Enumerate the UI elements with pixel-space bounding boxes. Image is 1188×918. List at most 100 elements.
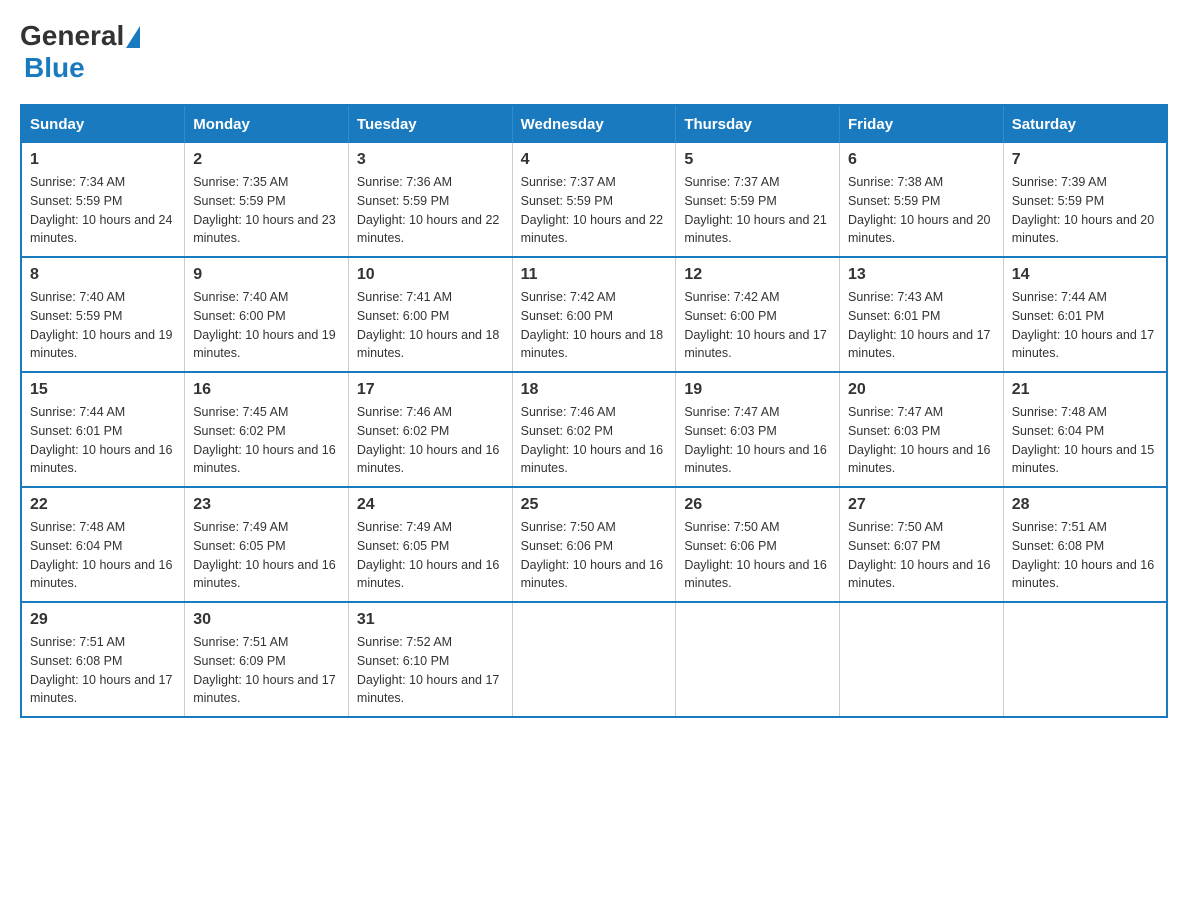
day-number: 3 xyxy=(357,151,504,169)
day-number: 19 xyxy=(684,381,831,399)
day-info: Sunrise: 7:50 AM Sunset: 6:06 PM Dayligh… xyxy=(684,518,831,593)
day-number: 30 xyxy=(193,611,340,629)
day-info: Sunrise: 7:38 AM Sunset: 5:59 PM Dayligh… xyxy=(848,173,995,248)
calendar-cell: 24 Sunrise: 7:49 AM Sunset: 6:05 PM Dayl… xyxy=(348,487,512,602)
calendar-cell: 26 Sunrise: 7:50 AM Sunset: 6:06 PM Dayl… xyxy=(676,487,840,602)
week-row-1: 1 Sunrise: 7:34 AM Sunset: 5:59 PM Dayli… xyxy=(21,143,1167,257)
day-number: 28 xyxy=(1012,496,1158,514)
day-info: Sunrise: 7:48 AM Sunset: 6:04 PM Dayligh… xyxy=(30,518,176,593)
calendar-body: 1 Sunrise: 7:34 AM Sunset: 5:59 PM Dayli… xyxy=(21,143,1167,717)
day-number: 13 xyxy=(848,266,995,284)
calendar-cell: 1 Sunrise: 7:34 AM Sunset: 5:59 PM Dayli… xyxy=(21,143,185,257)
day-info: Sunrise: 7:42 AM Sunset: 6:00 PM Dayligh… xyxy=(684,288,831,363)
day-info: Sunrise: 7:36 AM Sunset: 5:59 PM Dayligh… xyxy=(357,173,504,248)
day-info: Sunrise: 7:40 AM Sunset: 6:00 PM Dayligh… xyxy=(193,288,340,363)
day-info: Sunrise: 7:47 AM Sunset: 6:03 PM Dayligh… xyxy=(684,403,831,478)
day-info: Sunrise: 7:37 AM Sunset: 5:59 PM Dayligh… xyxy=(521,173,668,248)
calendar-cell: 13 Sunrise: 7:43 AM Sunset: 6:01 PM Dayl… xyxy=(840,257,1004,372)
day-info: Sunrise: 7:46 AM Sunset: 6:02 PM Dayligh… xyxy=(521,403,668,478)
day-number: 9 xyxy=(193,266,340,284)
day-info: Sunrise: 7:43 AM Sunset: 6:01 PM Dayligh… xyxy=(848,288,995,363)
day-info: Sunrise: 7:52 AM Sunset: 6:10 PM Dayligh… xyxy=(357,633,504,708)
calendar-cell: 3 Sunrise: 7:36 AM Sunset: 5:59 PM Dayli… xyxy=(348,143,512,257)
day-number: 10 xyxy=(357,266,504,284)
day-info: Sunrise: 7:41 AM Sunset: 6:00 PM Dayligh… xyxy=(357,288,504,363)
calendar-cell: 30 Sunrise: 7:51 AM Sunset: 6:09 PM Dayl… xyxy=(185,602,349,717)
day-number: 29 xyxy=(30,611,176,629)
day-info: Sunrise: 7:44 AM Sunset: 6:01 PM Dayligh… xyxy=(30,403,176,478)
calendar-cell: 28 Sunrise: 7:51 AM Sunset: 6:08 PM Dayl… xyxy=(1003,487,1167,602)
calendar-cell: 8 Sunrise: 7:40 AM Sunset: 5:59 PM Dayli… xyxy=(21,257,185,372)
week-row-4: 22 Sunrise: 7:48 AM Sunset: 6:04 PM Dayl… xyxy=(21,487,1167,602)
calendar-cell: 17 Sunrise: 7:46 AM Sunset: 6:02 PM Dayl… xyxy=(348,372,512,487)
calendar-cell xyxy=(512,602,676,717)
calendar-cell: 21 Sunrise: 7:48 AM Sunset: 6:04 PM Dayl… xyxy=(1003,372,1167,487)
day-info: Sunrise: 7:40 AM Sunset: 5:59 PM Dayligh… xyxy=(30,288,176,363)
weekday-header-sunday: Sunday xyxy=(21,105,185,143)
page-header: General Blue xyxy=(20,20,1168,84)
calendar-cell xyxy=(840,602,1004,717)
calendar-cell xyxy=(676,602,840,717)
day-number: 2 xyxy=(193,151,340,169)
day-number: 16 xyxy=(193,381,340,399)
weekday-header-monday: Monday xyxy=(185,105,349,143)
calendar-cell: 5 Sunrise: 7:37 AM Sunset: 5:59 PM Dayli… xyxy=(676,143,840,257)
day-number: 23 xyxy=(193,496,340,514)
day-info: Sunrise: 7:50 AM Sunset: 6:07 PM Dayligh… xyxy=(848,518,995,593)
weekday-header-saturday: Saturday xyxy=(1003,105,1167,143)
calendar-cell: 19 Sunrise: 7:47 AM Sunset: 6:03 PM Dayl… xyxy=(676,372,840,487)
calendar-cell: 9 Sunrise: 7:40 AM Sunset: 6:00 PM Dayli… xyxy=(185,257,349,372)
day-info: Sunrise: 7:51 AM Sunset: 6:08 PM Dayligh… xyxy=(30,633,176,708)
calendar-cell: 10 Sunrise: 7:41 AM Sunset: 6:00 PM Dayl… xyxy=(348,257,512,372)
day-number: 17 xyxy=(357,381,504,399)
calendar-cell: 4 Sunrise: 7:37 AM Sunset: 5:59 PM Dayli… xyxy=(512,143,676,257)
day-info: Sunrise: 7:51 AM Sunset: 6:09 PM Dayligh… xyxy=(193,633,340,708)
day-number: 21 xyxy=(1012,381,1158,399)
day-number: 8 xyxy=(30,266,176,284)
calendar-cell: 2 Sunrise: 7:35 AM Sunset: 5:59 PM Dayli… xyxy=(185,143,349,257)
day-number: 11 xyxy=(521,266,668,284)
day-number: 31 xyxy=(357,611,504,629)
day-number: 6 xyxy=(848,151,995,169)
day-info: Sunrise: 7:34 AM Sunset: 5:59 PM Dayligh… xyxy=(30,173,176,248)
calendar-cell: 31 Sunrise: 7:52 AM Sunset: 6:10 PM Dayl… xyxy=(348,602,512,717)
day-info: Sunrise: 7:45 AM Sunset: 6:02 PM Dayligh… xyxy=(193,403,340,478)
day-number: 20 xyxy=(848,381,995,399)
day-number: 4 xyxy=(521,151,668,169)
day-number: 24 xyxy=(357,496,504,514)
logo-general-text: General xyxy=(20,20,124,52)
day-number: 18 xyxy=(521,381,668,399)
calendar-cell: 23 Sunrise: 7:49 AM Sunset: 6:05 PM Dayl… xyxy=(185,487,349,602)
day-number: 22 xyxy=(30,496,176,514)
logo-blue-text: Blue xyxy=(24,52,85,83)
calendar-cell: 27 Sunrise: 7:50 AM Sunset: 6:07 PM Dayl… xyxy=(840,487,1004,602)
day-number: 27 xyxy=(848,496,995,514)
day-info: Sunrise: 7:42 AM Sunset: 6:00 PM Dayligh… xyxy=(521,288,668,363)
day-info: Sunrise: 7:50 AM Sunset: 6:06 PM Dayligh… xyxy=(521,518,668,593)
day-number: 1 xyxy=(30,151,176,169)
calendar-header: SundayMondayTuesdayWednesdayThursdayFrid… xyxy=(21,105,1167,143)
day-info: Sunrise: 7:49 AM Sunset: 6:05 PM Dayligh… xyxy=(193,518,340,593)
calendar-cell: 20 Sunrise: 7:47 AM Sunset: 6:03 PM Dayl… xyxy=(840,372,1004,487)
calendar-cell: 6 Sunrise: 7:38 AM Sunset: 5:59 PM Dayli… xyxy=(840,143,1004,257)
day-info: Sunrise: 7:44 AM Sunset: 6:01 PM Dayligh… xyxy=(1012,288,1158,363)
calendar-table: SundayMondayTuesdayWednesdayThursdayFrid… xyxy=(20,104,1168,718)
weekday-row: SundayMondayTuesdayWednesdayThursdayFrid… xyxy=(21,105,1167,143)
calendar-cell xyxy=(1003,602,1167,717)
weekday-header-thursday: Thursday xyxy=(676,105,840,143)
calendar-cell: 12 Sunrise: 7:42 AM Sunset: 6:00 PM Dayl… xyxy=(676,257,840,372)
weekday-header-friday: Friday xyxy=(840,105,1004,143)
day-info: Sunrise: 7:51 AM Sunset: 6:08 PM Dayligh… xyxy=(1012,518,1158,593)
calendar-cell: 14 Sunrise: 7:44 AM Sunset: 6:01 PM Dayl… xyxy=(1003,257,1167,372)
calendar-cell: 22 Sunrise: 7:48 AM Sunset: 6:04 PM Dayl… xyxy=(21,487,185,602)
day-info: Sunrise: 7:37 AM Sunset: 5:59 PM Dayligh… xyxy=(684,173,831,248)
day-info: Sunrise: 7:48 AM Sunset: 6:04 PM Dayligh… xyxy=(1012,403,1158,478)
calendar-cell: 29 Sunrise: 7:51 AM Sunset: 6:08 PM Dayl… xyxy=(21,602,185,717)
day-number: 26 xyxy=(684,496,831,514)
logo: General Blue xyxy=(20,20,140,84)
logo-triangle-icon xyxy=(126,26,140,48)
day-info: Sunrise: 7:47 AM Sunset: 6:03 PM Dayligh… xyxy=(848,403,995,478)
day-number: 14 xyxy=(1012,266,1158,284)
day-number: 7 xyxy=(1012,151,1158,169)
calendar-cell: 16 Sunrise: 7:45 AM Sunset: 6:02 PM Dayl… xyxy=(185,372,349,487)
